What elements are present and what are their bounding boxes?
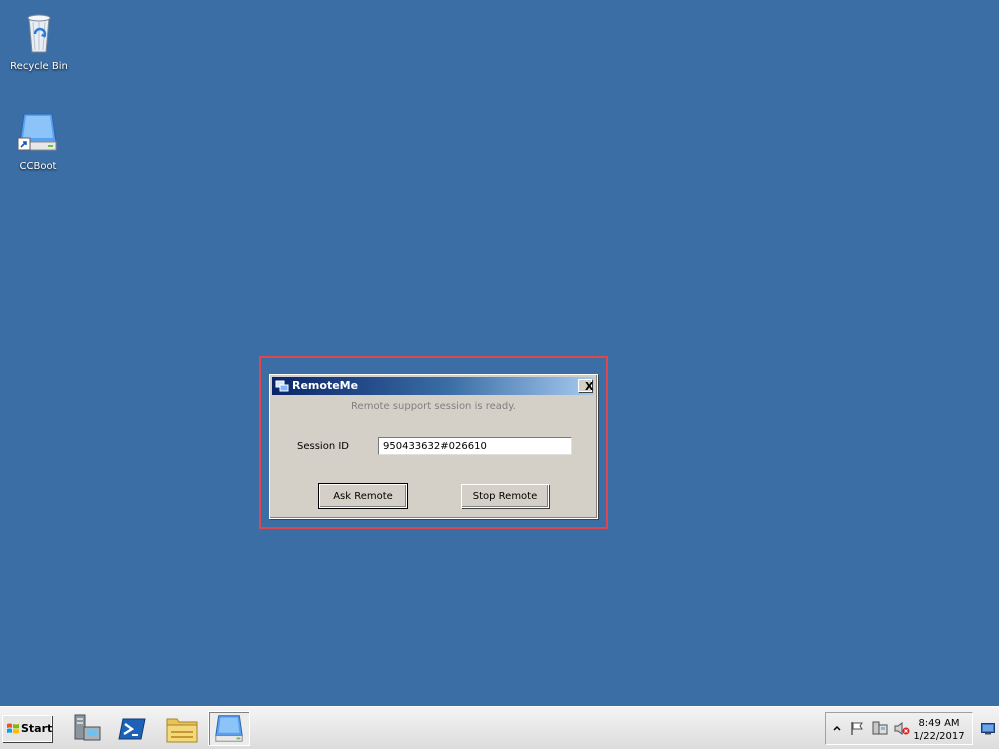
remoteme-dialog: RemoteMe X Remote support session is rea…	[269, 374, 598, 519]
ccboot-drive-icon	[215, 715, 243, 742]
taskbar-ccboot[interactable]	[208, 711, 250, 746]
session-id-field[interactable]	[378, 437, 572, 455]
network-icon[interactable]	[872, 721, 888, 736]
start-button[interactable]: Start	[2, 715, 52, 742]
remoteme-app-icon	[275, 380, 289, 392]
taskbar-powershell[interactable]	[111, 711, 153, 746]
clock-time: 8:49 AM	[918, 718, 960, 729]
action-center-flag-icon[interactable]	[850, 721, 864, 736]
file-explorer-icon	[166, 718, 198, 743]
taskbar: Start 8:49 AM 1/22/2017	[0, 706, 999, 749]
start-label: Start	[21, 722, 53, 735]
clock[interactable]: 8:49 AM 1/22/2017	[910, 717, 968, 743]
taskbar-file-explorer[interactable]	[161, 711, 203, 746]
server-manager-icon	[74, 714, 101, 741]
windows-flag-icon	[7, 723, 19, 734]
desktop: Recycle Bin CCBoot	[0, 0, 999, 706]
dialog-titlebar[interactable]: RemoteMe X	[272, 377, 594, 395]
recycle-bin-icon	[27, 14, 51, 53]
desktop-icon-recycle-bin[interactable]: Recycle Bin	[2, 8, 76, 72]
ccboot-drive-icon	[17, 113, 57, 151]
taskbar-server-manager[interactable]	[66, 711, 108, 746]
desktop-icon-label: CCBoot	[19, 161, 57, 172]
session-id-label: Session ID	[297, 441, 349, 452]
show-desktop-icon[interactable]	[981, 723, 995, 735]
ask-remote-button[interactable]: Ask Remote	[318, 483, 408, 509]
clock-date: 1/22/2017	[913, 731, 965, 742]
stop-remote-button[interactable]: Stop Remote	[461, 484, 549, 508]
volume-muted-icon[interactable]	[894, 721, 910, 736]
show-hidden-icons-chevron-icon[interactable]	[832, 723, 842, 735]
dialog-title: RemoteMe	[292, 379, 359, 392]
desktop-icon-label: Recycle Bin	[10, 61, 68, 72]
powershell-icon	[118, 718, 146, 740]
desktop-icon-ccboot[interactable]: CCBoot	[1, 108, 75, 172]
status-message: Remote support session is ready.	[351, 401, 516, 412]
system-tray: 8:49 AM 1/22/2017	[825, 712, 973, 745]
close-button[interactable]: X	[578, 379, 593, 392]
